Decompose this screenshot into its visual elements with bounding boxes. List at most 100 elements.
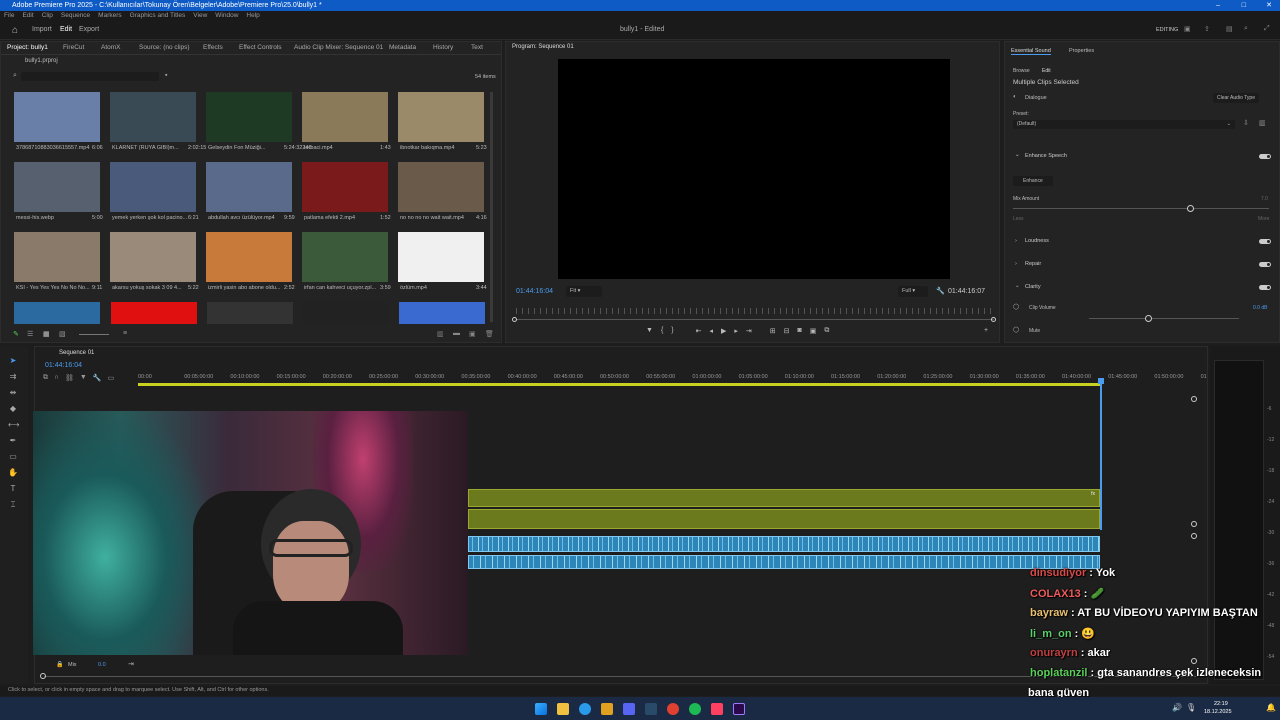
clip-thumbnail[interactable] bbox=[110, 162, 196, 212]
go-to-in-icon[interactable]: ⇤ bbox=[696, 327, 702, 335]
start-icon[interactable] bbox=[535, 703, 547, 715]
clip-thumbnail[interactable] bbox=[207, 302, 293, 324]
mix-amount-handle[interactable] bbox=[1187, 205, 1194, 212]
program-video-frame[interactable] bbox=[558, 59, 950, 279]
menu-item-view[interactable]: View bbox=[193, 11, 207, 21]
fit-dropdown[interactable]: Fit ▾ bbox=[566, 286, 602, 297]
clip-thumbnail[interactable] bbox=[302, 92, 388, 142]
project-tab-8[interactable]: History bbox=[433, 42, 453, 54]
clip-thumbnail[interactable] bbox=[206, 232, 292, 282]
menu-item-help[interactable]: Help bbox=[246, 11, 259, 21]
mix-amount-slider[interactable] bbox=[1013, 208, 1269, 209]
video-clip-track-upper[interactable]: fx bbox=[468, 489, 1100, 507]
clip-thumbnail[interactable] bbox=[14, 302, 100, 324]
menu-item-file[interactable]: File bbox=[4, 11, 14, 21]
essential-sound-tab[interactable]: Essential Sound bbox=[1011, 48, 1051, 55]
step-back-icon[interactable]: ◂ bbox=[710, 327, 714, 335]
microphone-icon[interactable]: 🎙 bbox=[1186, 703, 1196, 712]
lock-icon[interactable]: 🔒 bbox=[56, 661, 63, 668]
audio-clip-a1[interactable] bbox=[468, 536, 1100, 552]
clip-volume-toggle-icon[interactable]: ◯ bbox=[1013, 304, 1019, 310]
track-height-handle-v2[interactable] bbox=[1191, 521, 1197, 527]
video-clip-track-lower[interactable] bbox=[468, 509, 1100, 529]
save-preset-icon[interactable]: ⇩ bbox=[1243, 119, 1249, 127]
clock-date[interactable]: 18.12.2025 bbox=[1204, 709, 1232, 715]
enhance-speech-toggle[interactable] bbox=[1259, 154, 1271, 159]
type-tool-icon[interactable]: T bbox=[8, 484, 18, 494]
properties-tab[interactable]: Properties bbox=[1069, 48, 1094, 54]
clock-time[interactable]: 22:19 bbox=[1214, 701, 1228, 707]
resolution-dropdown[interactable]: Full ▾ bbox=[898, 286, 928, 297]
monitor-ruler[interactable] bbox=[516, 308, 994, 314]
menu-item-sequence[interactable]: Sequence bbox=[61, 11, 90, 21]
folder-icon[interactable]: ▬ bbox=[453, 330, 460, 337]
multicam-icon[interactable]: ⧉ bbox=[824, 327, 829, 335]
wrench-icon[interactable]: 🔧 bbox=[936, 287, 945, 295]
clip-thumbnail[interactable] bbox=[110, 92, 196, 142]
clip-thumbnail[interactable] bbox=[398, 92, 484, 142]
track-height-handle-a1[interactable] bbox=[1191, 533, 1197, 539]
rectangle-tool-icon[interactable]: ▭ bbox=[8, 452, 18, 462]
clip-thumbnail[interactable] bbox=[302, 162, 388, 212]
caption-tool-icon[interactable]: ⌶ bbox=[8, 500, 18, 510]
add-marker-icon[interactable]: ▼ bbox=[80, 374, 87, 382]
track-height-handle-v1[interactable] bbox=[1191, 396, 1197, 402]
loudness-toggle[interactable] bbox=[1259, 239, 1271, 244]
clip-thumbnail[interactable] bbox=[399, 302, 485, 324]
clarity-chevron-icon[interactable]: ⌄ bbox=[1015, 283, 1020, 289]
discord-icon[interactable] bbox=[623, 703, 635, 715]
automate-icon[interactable]: ▥ bbox=[437, 330, 444, 338]
new-item-icon[interactable]: ▣ bbox=[469, 330, 476, 338]
clear-audio-type-button[interactable]: Clear Audio Type bbox=[1213, 93, 1259, 103]
project-tab-6[interactable]: Audio Clip Mixer: Sequence 01 bbox=[294, 42, 383, 54]
project-tab-0[interactable]: Project: bully1 bbox=[7, 42, 48, 54]
playhead-handle[interactable] bbox=[1098, 378, 1104, 384]
trash-icon[interactable]: 🗑 bbox=[485, 330, 494, 338]
maximize-icon[interactable]: □ bbox=[1242, 0, 1246, 11]
menu-item-graphics-and-titles[interactable]: Graphics and Titles bbox=[130, 11, 186, 21]
home-icon[interactable]: ⌂ bbox=[12, 25, 18, 36]
timeline-settings-icon[interactable]: 🔧 bbox=[93, 374, 102, 382]
loudness-chevron-icon[interactable]: › bbox=[1015, 238, 1017, 244]
project-tab-5[interactable]: Effect Controls bbox=[239, 42, 282, 54]
clip-thumbnail[interactable] bbox=[110, 232, 196, 282]
clip-thumbnail[interactable] bbox=[303, 302, 389, 324]
edge-icon[interactable] bbox=[579, 703, 591, 715]
fullscreen-icon[interactable]: ⤢ bbox=[1264, 25, 1270, 33]
clip-thumbnail[interactable] bbox=[398, 232, 484, 282]
workspace-label[interactable]: EDITING bbox=[1156, 27, 1178, 33]
project-tab-7[interactable]: Metadata bbox=[389, 42, 416, 54]
play-icon[interactable]: ▶ bbox=[721, 327, 726, 335]
captions-icon[interactable]: ▭ bbox=[108, 374, 115, 382]
chrome-icon[interactable] bbox=[667, 703, 679, 715]
add-button-icon[interactable]: + bbox=[984, 327, 988, 334]
project-tab-9[interactable]: Text bbox=[471, 42, 483, 54]
pencil-icon[interactable]: ✎ bbox=[13, 330, 19, 338]
mark-in-icon[interactable]: { bbox=[661, 327, 663, 335]
minimize-icon[interactable]: – bbox=[1216, 0, 1220, 11]
scrubber-end-handle[interactable] bbox=[991, 317, 996, 322]
clip-thumbnail[interactable] bbox=[206, 92, 292, 142]
edit-tab[interactable]: Edit bbox=[60, 26, 72, 33]
ripple-edit-tool-icon[interactable]: ⇹ bbox=[8, 388, 18, 398]
timeline-timecode[interactable]: 01:44:16:04 bbox=[45, 362, 82, 369]
clarity-toggle[interactable] bbox=[1259, 285, 1271, 290]
project-tab-3[interactable]: Source: (no clips) bbox=[139, 42, 190, 54]
icon-view-icon[interactable]: ▦ bbox=[43, 330, 50, 338]
browse-tab[interactable]: Browse bbox=[1013, 68, 1030, 74]
project-scrollbar[interactable] bbox=[490, 92, 493, 322]
steam-icon[interactable] bbox=[645, 703, 657, 715]
sort-icon[interactable]: ≡ bbox=[123, 330, 127, 337]
store-icon[interactable] bbox=[601, 703, 613, 715]
enhance-speech-chevron-icon[interactable]: ⌄ bbox=[1015, 152, 1020, 158]
mix-value[interactable]: 0.0 bbox=[98, 662, 106, 668]
menu-item-markers[interactable]: Markers bbox=[98, 11, 121, 21]
selection-tool-icon[interactable]: ➤ bbox=[8, 356, 18, 366]
scrubber-start-handle[interactable] bbox=[512, 317, 517, 322]
add-marker-icon[interactable]: ▼ bbox=[646, 327, 653, 335]
delete-preset-icon[interactable]: ▥ bbox=[1259, 119, 1266, 127]
spotify-icon[interactable] bbox=[689, 703, 701, 715]
project-tab-2[interactable]: AtomX bbox=[101, 42, 121, 54]
clip-volume-handle[interactable] bbox=[1145, 315, 1152, 322]
project-tab-1[interactable]: FireCut bbox=[63, 42, 84, 54]
